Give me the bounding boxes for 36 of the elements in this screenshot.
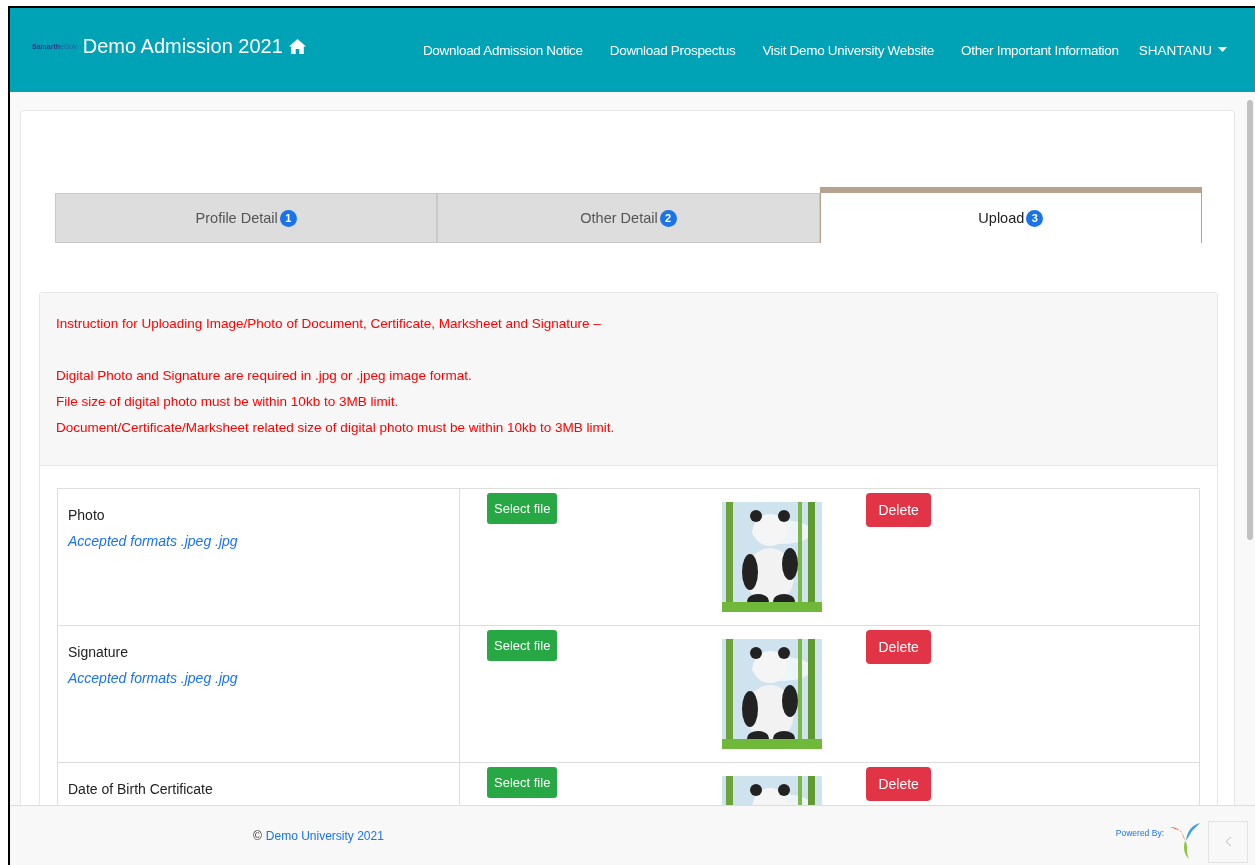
framework-logo-icon[interactable] (1168, 820, 1202, 861)
copyright-symbol: © (253, 828, 262, 843)
chevron-left-icon (1224, 836, 1232, 847)
home-icon[interactable] (288, 38, 306, 54)
site-title[interactable]: Demo Admission 2021 (82, 34, 283, 58)
nav-link[interactable]: Visit Demo University Website (762, 42, 934, 58)
scrollbar[interactable] (1247, 100, 1253, 540)
document-label: Photo (68, 507, 106, 523)
document-label: Signature (68, 644, 129, 660)
user-menu[interactable]: SHANTANU (1138, 42, 1227, 58)
university-link[interactable]: Demo University 2021 (265, 828, 384, 843)
nav-link[interactable]: Download Admission Notice (422, 42, 583, 58)
instruction-text: Digital Photo and Signature are required in .jpg or .jpeg image format. (56, 367, 473, 385)
instruction-text: Document/Certificate/Marksheet related size of digital photo must be within 10kb to 3MB limit. (56, 419, 616, 437)
step-tab[interactable]: Other Detail 2 (437, 193, 820, 243)
delete-button[interactable]: Delete (866, 630, 931, 664)
delete-button[interactable]: Delete (866, 767, 931, 801)
format-hint: Accepted formats .jpeg .jpg (68, 533, 239, 549)
step-badge: 2 (659, 209, 677, 227)
delete-button[interactable]: Delete (866, 493, 931, 527)
document-label: Date of Birth Certificate (68, 781, 214, 797)
caret-icon (1218, 47, 1227, 53)
step-badge: 3 (1026, 209, 1044, 227)
nav-link[interactable]: Other Important Information (961, 42, 1119, 58)
step-badge: 1 (279, 209, 297, 227)
select-file-button[interactable]: Select file (487, 493, 558, 524)
select-file-button[interactable]: Select file (487, 767, 558, 798)
step-tab[interactable]: Profile Detail 1 (55, 193, 438, 243)
powered-by-text: Powered By: (1115, 827, 1164, 838)
instruction-heading: Instruction for Uploading Image/Photo of Document, Certificate, Marksheet and Signature – (56, 315, 602, 333)
back-to-top-button[interactable] (1208, 820, 1248, 863)
nav-link[interactable]: Download Prospectus (609, 42, 736, 58)
step-tab[interactable]: Upload 3 (819, 187, 1202, 243)
select-file-button[interactable]: Select file (487, 630, 558, 661)
instruction-text: File size of digital photo must be within 10kb to 3MB limit. (56, 393, 400, 411)
format-hint: Accepted formats .jpeg .jpg (68, 670, 239, 686)
